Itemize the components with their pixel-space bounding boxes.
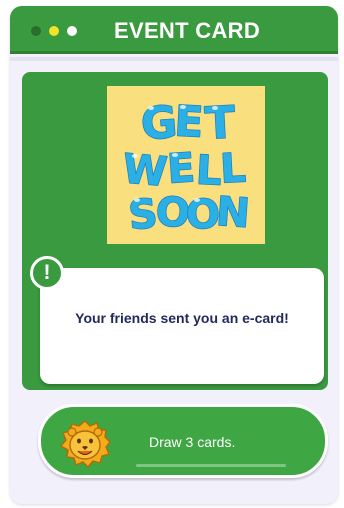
exclamation-glyph: ! xyxy=(43,261,51,284)
event-card-window: EVENT CARD G E T W E L L S O O N Your fr… xyxy=(10,6,338,504)
get-well-soon-lettering: G E T W E L L S O O N xyxy=(120,96,252,240)
message-box: Your friends sent you an e-card! xyxy=(40,268,324,384)
event-panel: G E T W E L L S O O N Your friends sent … xyxy=(22,72,328,390)
window-dot-dark xyxy=(31,26,41,36)
svg-text:N: N xyxy=(215,189,252,237)
svg-text:T: T xyxy=(204,97,237,150)
draw-cards-button[interactable]: Draw 3 cards. xyxy=(38,404,328,478)
window-dot-white xyxy=(67,26,77,36)
svg-text:E: E xyxy=(166,145,196,193)
get-well-soon-card-image: G E T W E L L S O O N xyxy=(107,86,265,244)
title-divider xyxy=(10,57,338,61)
svg-text:L: L xyxy=(219,145,247,192)
draw-cards-label: Draw 3 cards. xyxy=(149,434,236,450)
svg-text:E: E xyxy=(173,96,204,146)
lion-face-icon xyxy=(60,420,111,468)
button-highlight xyxy=(136,464,286,467)
window-title: EVENT CARD xyxy=(114,18,261,43)
title-bar: EVENT CARD xyxy=(10,6,338,54)
event-message: Your friends sent you an e-card! xyxy=(75,310,289,326)
window-dot-yellow xyxy=(49,26,59,36)
alert-icon: ! xyxy=(30,256,64,290)
